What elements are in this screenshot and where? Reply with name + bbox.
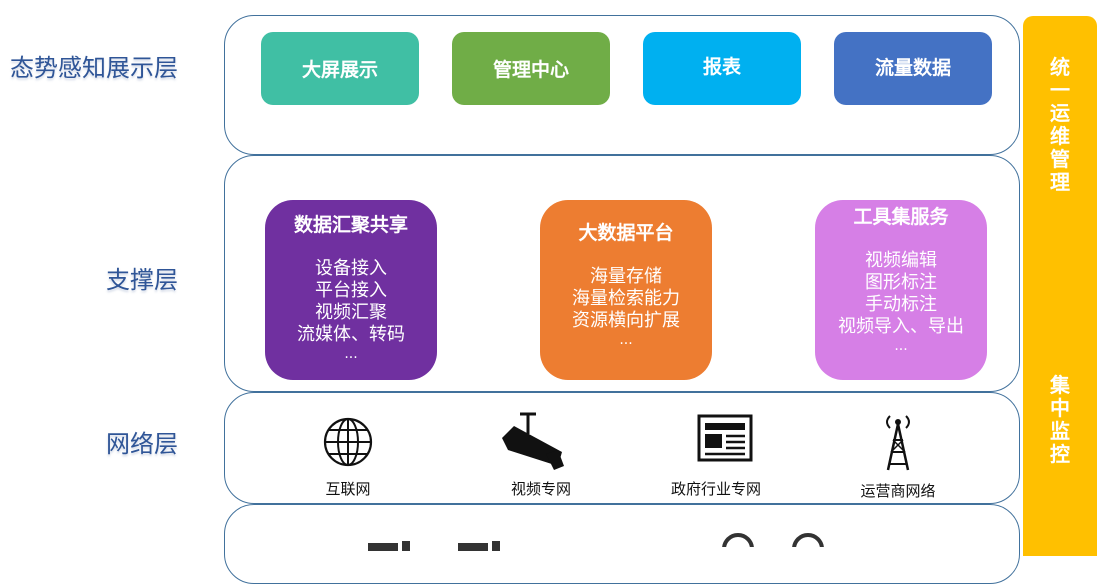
- tile-management-center[interactable]: 管理中心: [452, 32, 610, 105]
- card-toolset-service[interactable]: 工具集服务 视频编辑 图形标注 手动标注 视频导入、导出 ...: [815, 200, 987, 380]
- network-label-gov-net: 政府行业专网: [670, 480, 761, 498]
- layer-label-network: 网络层: [106, 430, 178, 458]
- network-label-carrier-net: 运营商网络: [860, 482, 936, 500]
- ops-management-sidebar: 统一运维管理 集中监控: [1023, 16, 1097, 556]
- tile-label: 管理中心: [492, 59, 569, 81]
- cell-tower-icon: [818, 410, 978, 476]
- card-item: 资源横向扩展: [572, 310, 680, 331]
- card-item: 海量检索能力: [572, 288, 680, 309]
- globe-icon: [268, 412, 428, 472]
- card-item: 视频导入、导出: [838, 316, 964, 337]
- card-item: ...: [344, 346, 358, 362]
- tile-report[interactable]: 报表: [643, 32, 801, 105]
- sidebar-top-text: 统一运维管理: [1023, 56, 1097, 194]
- newspaper-icon: [645, 412, 805, 468]
- layer-label-support: 支撑层: [106, 266, 178, 294]
- sidebar-bottom-label: 集中监控: [1050, 373, 1070, 466]
- tile-traffic-data[interactable]: 流量数据: [834, 32, 992, 105]
- card-item: 视频编辑: [865, 250, 937, 271]
- card-item: 海量存储: [590, 266, 662, 287]
- sidebar-bottom-text: 集中监控: [1023, 374, 1097, 466]
- network-label-internet: 互联网: [325, 480, 371, 498]
- tile-label: 报表: [702, 56, 741, 78]
- card-item: ...: [619, 332, 633, 348]
- card-item: 设备接入: [315, 258, 387, 279]
- tile-label: 流量数据: [874, 57, 951, 79]
- network-label-video-net: 视频专网: [510, 480, 571, 498]
- bottom-layer-panel: [224, 504, 1020, 584]
- card-item: 视频汇聚: [315, 302, 387, 323]
- tile-big-screen[interactable]: 大屏展示: [261, 32, 419, 105]
- card-item: 流媒体、转码: [297, 324, 405, 345]
- camera-lens-icon: [720, 532, 830, 565]
- layer-label-display: 态势感知展示层: [10, 54, 178, 82]
- card-title: 工具集服务: [853, 206, 949, 228]
- card-item: 平台接入: [315, 280, 387, 301]
- card-item: ...: [894, 338, 908, 354]
- card-title: 大数据平台: [578, 222, 674, 244]
- card-big-data-platform[interactable]: 大数据平台 海量存储 海量检索能力 资源横向扩展 ...: [540, 200, 712, 380]
- card-title: 数据汇聚共享: [293, 214, 408, 236]
- card-item: 图形标注: [865, 272, 937, 293]
- cctv-camera-icon: [453, 412, 613, 476]
- tile-label: 大屏展示: [301, 59, 378, 81]
- card-item: 手动标注: [865, 294, 937, 315]
- card-data-aggregation[interactable]: 数据汇聚共享 设备接入 平台接入 视频汇聚 流媒体、转码 ...: [265, 200, 437, 380]
- sidebar-top-label: 统一运维管理: [1050, 55, 1070, 194]
